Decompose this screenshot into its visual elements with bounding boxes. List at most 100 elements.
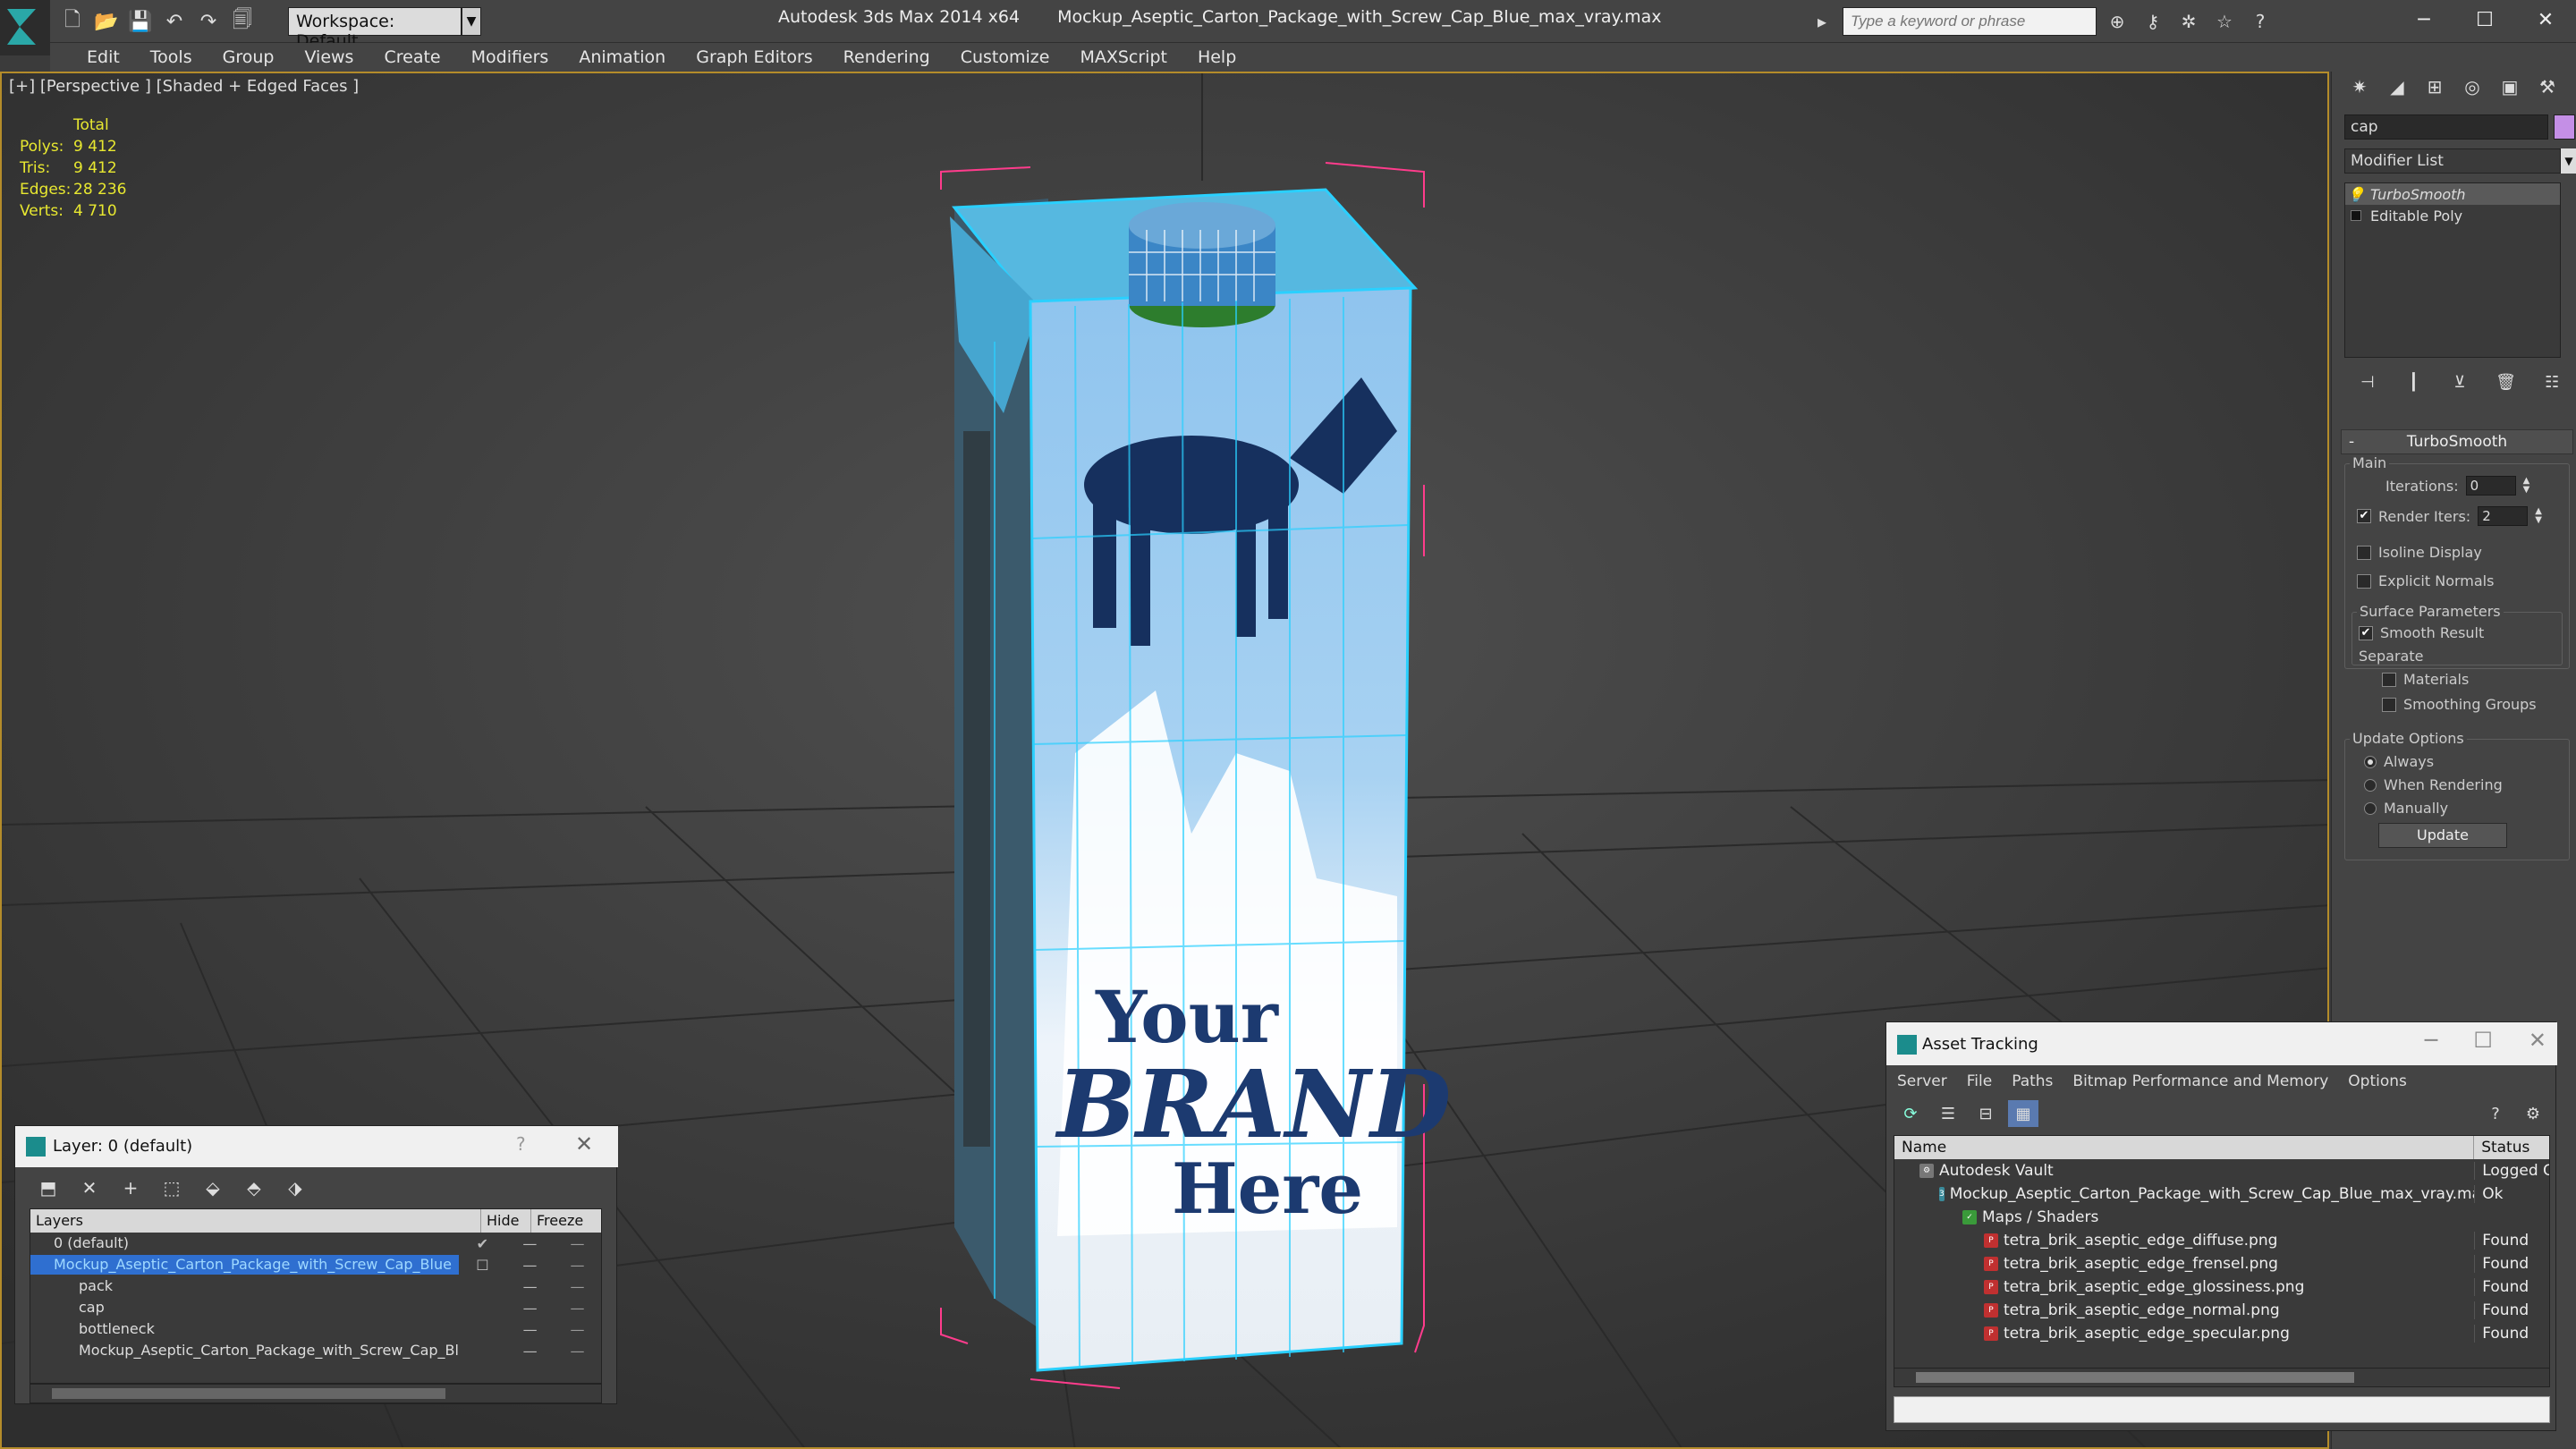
materials-checkbox[interactable] [2382, 672, 2396, 687]
menu-views[interactable]: Views [289, 43, 369, 72]
asset-path-field[interactable] [1894, 1396, 2550, 1423]
menu-tools[interactable]: Tools [135, 43, 208, 72]
maximize-icon[interactable]: ☐ [2454, 0, 2515, 39]
when-rendering-radio[interactable] [2364, 778, 2377, 792]
create-tab-icon[interactable]: ✷ [2343, 72, 2377, 101]
spinner-arrows-icon[interactable]: ▲ ▼ [2523, 477, 2530, 495]
modify-tab-icon[interactable]: ◢ [2380, 72, 2414, 101]
hierarchy-tab-icon[interactable]: ⊞ [2418, 72, 2452, 101]
utilities-tab-icon[interactable]: ⚒ [2530, 72, 2564, 101]
turbosmooth-rollout-header[interactable]: - TurboSmooth [2341, 429, 2573, 454]
table-row[interactable]: 3 Mockup_Aseptic_Carton_Package_with_Scre… [1894, 1182, 2549, 1206]
col-hide[interactable]: Hide [481, 1209, 531, 1233]
motion-tab-icon[interactable]: ◎ [2455, 72, 2489, 101]
app-logo[interactable] [0, 0, 50, 55]
key-icon[interactable]: ⚷ [2138, 7, 2168, 36]
menu-bitmap-performance[interactable]: Bitmap Performance and Memory [2072, 1072, 2328, 1090]
col-layers[interactable]: Layers [30, 1209, 481, 1233]
undo-icon[interactable]: ↶ [159, 6, 190, 37]
table-row[interactable]: cap — — [30, 1297, 601, 1318]
menu-graph-editors[interactable]: Graph Editors [681, 43, 827, 72]
smooth-result-option[interactable]: ✔ Smooth Result [2359, 624, 2484, 641]
list-view-icon[interactable]: ☰ [1933, 1100, 1963, 1127]
menu-modifiers[interactable]: Modifiers [456, 43, 564, 72]
menu-help[interactable]: Help [1182, 43, 1251, 72]
explicit-normals-checkbox[interactable] [2357, 573, 2371, 589]
binoculars-icon[interactable]: ⊕ [2102, 7, 2132, 36]
maximize-icon[interactable]: ☐ [2473, 1028, 2493, 1053]
hide-all-icon[interactable]: ⬘ [239, 1173, 269, 1203]
project-folder-icon[interactable]: 🗐 [227, 6, 258, 37]
table-row[interactable]: bottleneck — — [30, 1318, 601, 1340]
delete-layer-icon[interactable]: ✕ [74, 1173, 105, 1203]
menu-create[interactable]: Create [369, 43, 455, 72]
table-row[interactable]: Ptetra_brik_aseptic_edge_specular.png Fo… [1894, 1322, 2549, 1345]
table-row[interactable]: Ptetra_brik_aseptic_edge_glossiness.png … [1894, 1275, 2549, 1299]
menu-options[interactable]: Options [2348, 1072, 2407, 1090]
expand-box-icon[interactable] [2351, 210, 2361, 221]
hide-toggle[interactable]: — [506, 1321, 554, 1338]
object-color-swatch[interactable] [2554, 114, 2575, 140]
hide-toggle[interactable]: — [506, 1300, 554, 1317]
freeze-toggle[interactable]: — [554, 1300, 601, 1317]
smoothing-groups-checkbox[interactable] [2382, 697, 2396, 712]
new-layer-icon[interactable]: ⬒ [33, 1173, 64, 1203]
save-icon[interactable]: 💾 [125, 6, 156, 37]
modifier-list-dropdown[interactable]: Modifier List [2344, 148, 2561, 174]
close-icon[interactable]: ✕ [2515, 0, 2576, 39]
open-file-icon[interactable]: 📂 [91, 6, 122, 37]
table-row[interactable]: 0 (default) ✔ — — [30, 1233, 601, 1254]
update-when-rendering-option[interactable]: When Rendering [2364, 776, 2503, 793]
highlight-layer-icon[interactable]: ⬙ [198, 1173, 228, 1203]
current-layer-box-icon[interactable]: ☐ [459, 1257, 506, 1274]
freeze-toggle[interactable]: — [554, 1235, 601, 1252]
new-file-icon[interactable]: 🗋 [57, 6, 88, 37]
menu-customize[interactable]: Customize [945, 43, 1065, 72]
object-name-field[interactable]: cap [2344, 114, 2548, 140]
close-icon[interactable]: ✕ [575, 1131, 593, 1157]
hide-toggle[interactable]: — [506, 1278, 554, 1295]
table-row[interactable]: Ptetra_brik_aseptic_edge_diffuse.png Fou… [1894, 1229, 2549, 1252]
table-row[interactable]: Mockup_Aseptic_Carton_Package_with_Screw… [30, 1340, 601, 1361]
settings-icon[interactable]: ⚙ [2518, 1100, 2548, 1127]
freeze-toggle[interactable]: — [554, 1343, 601, 1360]
menu-server[interactable]: Server [1897, 1072, 1947, 1090]
table-row[interactable]: Mockup_Aseptic_Carton_Package_with_Screw… [30, 1254, 601, 1275]
scrollbar-thumb[interactable] [1916, 1372, 2354, 1383]
play-arrow-icon[interactable]: ▸ [1807, 7, 1837, 36]
table-view-icon[interactable]: ▦ [2008, 1100, 2038, 1127]
menu-maxscript[interactable]: MAXScript [1064, 43, 1182, 72]
table-row[interactable]: ✓ Maps / Shaders [1894, 1206, 2549, 1229]
spinner-arrows-icon[interactable]: ▲ ▼ [2535, 507, 2542, 525]
col-status[interactable]: Status [2474, 1136, 2549, 1159]
menu-file[interactable]: File [1967, 1072, 1992, 1090]
minimize-icon[interactable]: ─ [2394, 0, 2454, 39]
select-objects-icon[interactable]: ⬚ [157, 1173, 187, 1203]
menu-edit[interactable]: Edit [72, 43, 135, 72]
tree-view-icon[interactable]: ⊟ [1970, 1100, 2001, 1127]
help-icon[interactable]: ? [516, 1133, 526, 1155]
stack-item-editable-poly[interactable]: Editable Poly [2345, 205, 2560, 226]
scrollbar-thumb[interactable] [52, 1388, 445, 1399]
help-icon[interactable]: ? [2480, 1100, 2511, 1127]
update-button[interactable]: Update [2378, 823, 2507, 848]
hide-toggle[interactable]: — [506, 1343, 554, 1360]
always-radio[interactable] [2364, 755, 2377, 768]
manually-radio[interactable] [2364, 801, 2377, 815]
table-row[interactable]: ⚙ Autodesk Vault Logged O [1894, 1159, 2549, 1182]
freeze-toggle[interactable]: — [554, 1278, 601, 1295]
explicit-normals-option[interactable]: Explicit Normals [2357, 572, 2494, 589]
stack-item-turbosmooth[interactable]: 💡 TurboSmooth [2345, 183, 2560, 205]
remove-modifier-icon[interactable]: 🗑 [2488, 369, 2524, 395]
star-icon[interactable]: ☆ [2209, 7, 2240, 36]
table-row[interactable]: Ptetra_brik_aseptic_edge_normal.png Foun… [1894, 1299, 2549, 1322]
freeze-toggle[interactable]: — [554, 1321, 601, 1338]
horizontal-scrollbar[interactable] [30, 1384, 602, 1403]
col-name[interactable]: Name [1894, 1136, 2475, 1159]
isoline-checkbox[interactable] [2357, 545, 2371, 560]
viewport-label[interactable]: [+] [Perspective ] [Shaded + Edged Faces… [9, 77, 359, 96]
menu-animation[interactable]: Animation [564, 43, 681, 72]
isoline-display-option[interactable]: Isoline Display [2357, 544, 2482, 561]
render-iters-checkbox[interactable]: ✔ [2357, 509, 2371, 523]
close-icon[interactable]: ✕ [2529, 1028, 2546, 1053]
